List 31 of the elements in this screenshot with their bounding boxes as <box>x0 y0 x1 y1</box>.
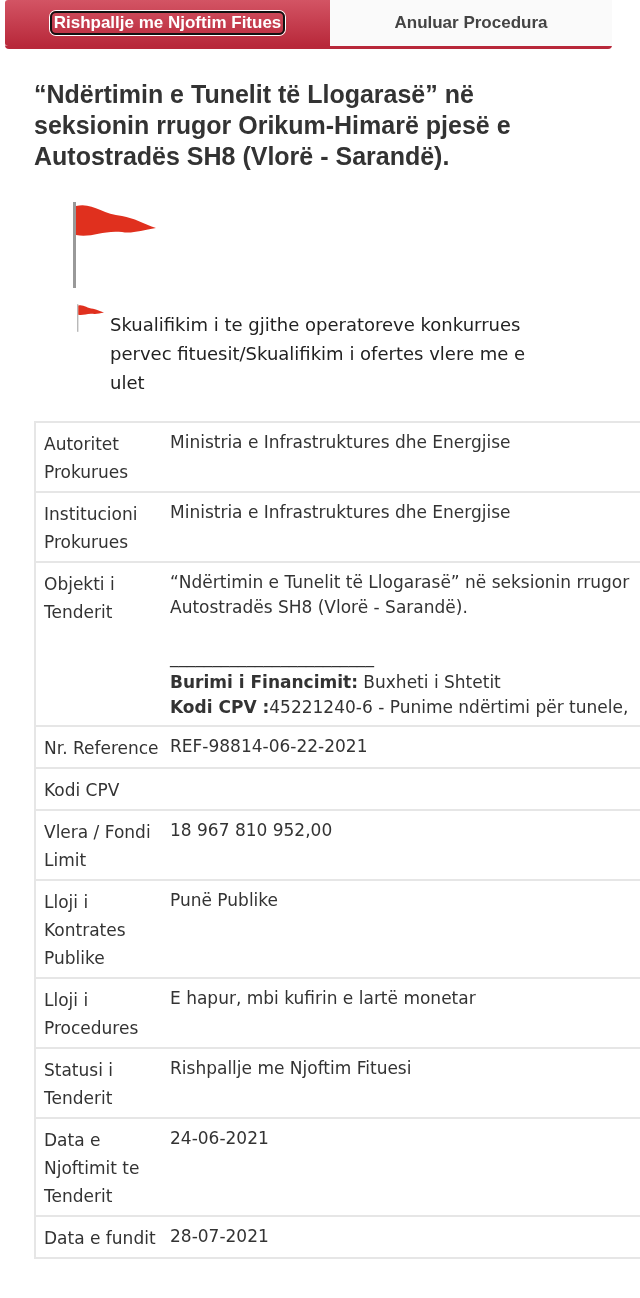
disqualification-note: Skualifikim i te gjithe operatoreve konkurrues pervec fituesit/Skualifikim i ofertes vlere me e ulet <box>110 313 527 395</box>
detail-label: Institucioni Prokurues <box>44 503 139 554</box>
tab[interactable]: Anuluar Procedura <box>330 0 612 46</box>
detail-label: Objekti i Tenderit <box>44 573 116 624</box>
detail-value: REF-98814-06-22-2021 <box>170 735 369 758</box>
detail-value: Punë Publike <box>170 889 280 912</box>
detail-value: Ministria e Infrastruktures dhe Energjise <box>170 501 512 524</box>
flag-icon <box>72 202 156 288</box>
detail-value: Kodi CPV :45221240-6 - Punime ndërtimi për tunele, <box>170 696 630 719</box>
detail-label: Autoritet Prokurues <box>44 433 130 484</box>
tab[interactable]: Rishpallje me Njoftim Fitues <box>5 0 330 46</box>
flag-icon <box>77 304 104 332</box>
detail-value: 18 967 810 952,00 <box>170 819 334 842</box>
detail-value: Autostradës SH8 (Vlorë - Sarandë). <box>170 596 469 619</box>
detail-value: “Ndërtimin e Tunelit të Llogarasë” në seksionin rrugor <box>170 571 631 594</box>
detail-label: Vlera / Fondi Limit <box>44 821 152 872</box>
detail-value: ________________________ <box>170 646 376 670</box>
tender-title: “Ndërtimin e Tunelit të Llogarasë” në seksionin rrugor Orikum-Himarë pjesë e Autostradës SH8 (Vlorë - Sarandë). <box>34 79 512 172</box>
detail-label: Kodi CPV <box>44 779 121 802</box>
detail-value: Rishpallje me Njoftim Fituesi <box>170 1057 413 1080</box>
detail-label: Statusi i Tenderit <box>44 1059 115 1110</box>
detail-value: Ministria e Infrastruktures dhe Energjise <box>170 431 512 454</box>
detail-value: E hapur, mbi kufirin e lartë monetar <box>170 987 477 1010</box>
detail-value: Burimi i Financimit: Buxheti i Shtetit <box>170 671 502 694</box>
detail-label: Lloji i Kontrates Publike <box>44 891 127 970</box>
detail-label: Nr. Reference <box>44 737 160 760</box>
detail-value: 28-07-2021 <box>170 1225 270 1248</box>
detail-label: Lloji i Procedures <box>44 989 140 1040</box>
detail-value: 24-06-2021 <box>170 1127 270 1150</box>
detail-label: Data e Njoftimit te Tenderit <box>44 1129 141 1208</box>
detail-label: Data e fundit <box>44 1227 157 1250</box>
